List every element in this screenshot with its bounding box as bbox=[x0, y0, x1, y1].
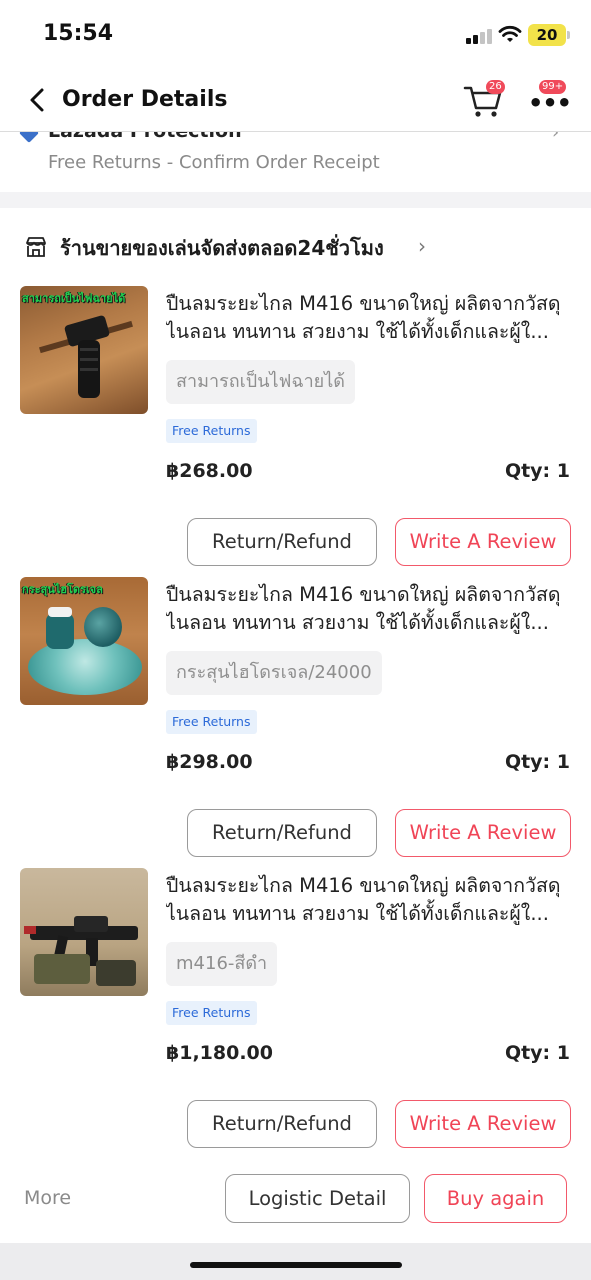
page-title: Order Details bbox=[62, 87, 228, 112]
product-variant: m416-สีดำ bbox=[166, 942, 278, 986]
order-item: สามารถเป็นไฟฉายได้ ปืนลมระยะไกล M416 ขนา… bbox=[0, 286, 591, 576]
free-returns-badge: Free Returns bbox=[166, 710, 257, 734]
battery-icon: 20 bbox=[528, 24, 566, 46]
more-dots-icon: ••• bbox=[528, 89, 572, 117]
wifi-icon bbox=[498, 25, 522, 42]
header-bar: Order Details 26 ••• 99+ bbox=[0, 70, 591, 132]
status-time: 15:54 bbox=[43, 21, 114, 46]
chevron-right-icon: › bbox=[418, 234, 426, 258]
cart-count-badge: 26 bbox=[486, 80, 505, 94]
product-image[interactable]: สามารถเป็นไฟฉายได้ bbox=[20, 286, 148, 414]
home-indicator[interactable] bbox=[190, 1262, 402, 1268]
store-icon bbox=[26, 237, 46, 257]
protection-section[interactable]: Lazada Protection › Free Returns - Confi… bbox=[0, 132, 591, 192]
product-quantity: Qty: 1 bbox=[504, 751, 570, 773]
home-indicator-area bbox=[0, 1243, 591, 1280]
return-refund-button[interactable]: Return/Refund bbox=[187, 809, 377, 857]
free-returns-badge: Free Returns bbox=[166, 419, 257, 443]
order-item: ปืนลมระยะไกล M416 ขนาดใหญ่ ผลิตจากวัสดุไ… bbox=[0, 868, 591, 1158]
product-variant: สามารถเป็นไฟฉายได้ bbox=[166, 360, 355, 404]
product-image-caption: สามารถเป็นไฟฉายได้ bbox=[22, 292, 126, 305]
order-actions-row: More Logistic Detail Buy again bbox=[0, 1174, 591, 1224]
protection-title: Lazada Protection bbox=[48, 132, 242, 142]
product-image[interactable] bbox=[20, 868, 148, 996]
chevron-right-icon: › bbox=[552, 132, 560, 143]
logistic-detail-button[interactable]: Logistic Detail bbox=[225, 1174, 410, 1223]
protection-subtitle: Free Returns - Confirm Order Receipt bbox=[48, 152, 380, 173]
status-bar: 15:54 20 bbox=[0, 0, 591, 70]
order-item: กระสุนไฮโดรเจล ปืนลมระยะไกล M416 ขนาดใหญ… bbox=[0, 577, 591, 867]
write-review-button[interactable]: Write A Review bbox=[395, 518, 571, 566]
buy-again-button[interactable]: Buy again bbox=[424, 1174, 567, 1223]
product-quantity: Qty: 1 bbox=[504, 1042, 570, 1064]
shield-icon bbox=[19, 132, 39, 143]
product-variant: กระสุนไฮโดรเจล/24000 bbox=[166, 651, 382, 695]
product-title[interactable]: ปืนลมระยะไกล M416 ขนาดใหญ่ ผลิตจากวัสดุไ… bbox=[166, 290, 570, 346]
product-image[interactable]: กระสุนไฮโดรเจล bbox=[20, 577, 148, 705]
product-image-caption: กระสุนไฮโดรเจล bbox=[22, 583, 103, 596]
product-quantity: Qty: 1 bbox=[504, 460, 570, 482]
message-count-badge: 99+ bbox=[539, 80, 567, 94]
product-price: ฿1,180.00 bbox=[166, 1042, 273, 1064]
more-link[interactable]: More bbox=[24, 1187, 71, 1209]
shop-name: ร้านขายของเล่นจัดส่งตลอด24ชั่วโมง bbox=[60, 236, 384, 260]
battery-tip bbox=[567, 31, 570, 39]
product-price: ฿298.00 bbox=[166, 751, 253, 773]
free-returns-badge: Free Returns bbox=[166, 1001, 257, 1025]
write-review-button[interactable]: Write A Review bbox=[395, 1100, 571, 1148]
return-refund-button[interactable]: Return/Refund bbox=[187, 1100, 377, 1148]
section-divider bbox=[0, 192, 591, 208]
cellular-signal-icon bbox=[466, 28, 494, 44]
product-title[interactable]: ปืนลมระยะไกล M416 ขนาดใหญ่ ผลิตจากวัสดุไ… bbox=[166, 872, 570, 928]
shop-row[interactable]: ร้านขายของเล่นจัดส่งตลอด24ชั่วโมง › bbox=[0, 226, 591, 268]
product-title[interactable]: ปืนลมระยะไกล M416 ขนาดใหญ่ ผลิตจากวัสดุไ… bbox=[166, 581, 570, 637]
product-price: ฿268.00 bbox=[166, 460, 253, 482]
back-arrow-icon[interactable] bbox=[24, 84, 52, 116]
return-refund-button[interactable]: Return/Refund bbox=[187, 518, 377, 566]
write-review-button[interactable]: Write A Review bbox=[395, 809, 571, 857]
